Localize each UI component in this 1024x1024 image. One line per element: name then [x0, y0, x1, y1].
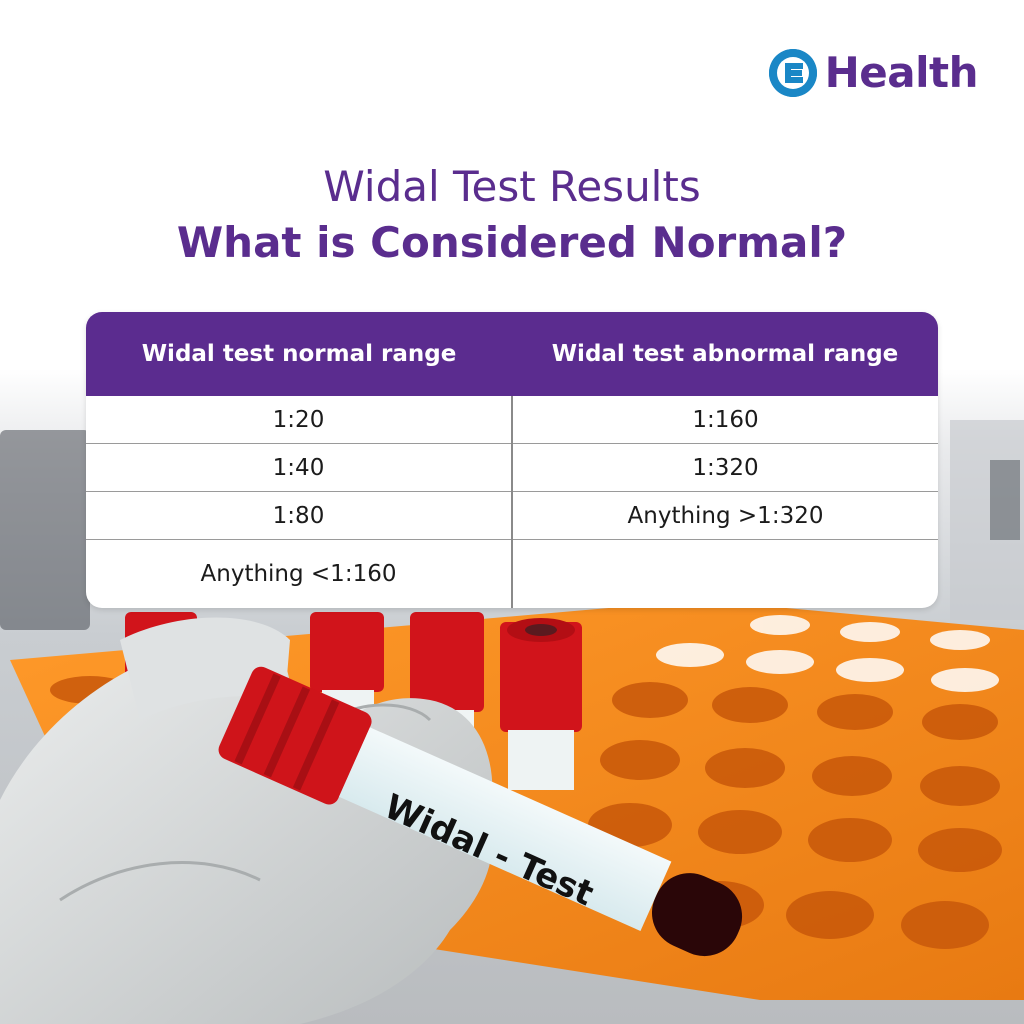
infographic: Widal - Test Health Widal Test Results W…	[0, 0, 1024, 1024]
normal-range-column: 1:20 1:40 1:80 Anything <1:160	[86, 396, 511, 608]
table-cell: 1:20	[86, 396, 511, 444]
table-cell: 1:320	[513, 444, 938, 492]
abnormal-range-column: 1:160 1:320 Anything >1:320	[511, 396, 938, 608]
table-cell: 1:40	[86, 444, 511, 492]
table-cell: Anything >1:320	[513, 492, 938, 540]
table-cell: 1:80	[86, 492, 511, 540]
table-cell: 1:160	[513, 396, 938, 444]
page-title: Widal Test Results	[323, 162, 701, 211]
table-header: Widal test normal range Widal test abnor…	[86, 312, 938, 396]
header-abnormal-range: Widal test abnormal range	[551, 341, 899, 367]
table-cell	[513, 540, 938, 608]
brand-mark-icon	[768, 48, 817, 97]
brand-logo: Health	[768, 48, 979, 97]
header-normal-range: Widal test normal range	[141, 341, 457, 367]
table-cell: Anything <1:160	[200, 561, 397, 587]
table-body: 1:20 1:40 1:80 Anything <1:160 1:160 1:3…	[86, 396, 938, 608]
page-subtitle: What is Considered Normal?	[176, 218, 848, 267]
brand-name: Health	[824, 48, 979, 97]
range-table: Widal test normal range Widal test abnor…	[86, 312, 938, 608]
